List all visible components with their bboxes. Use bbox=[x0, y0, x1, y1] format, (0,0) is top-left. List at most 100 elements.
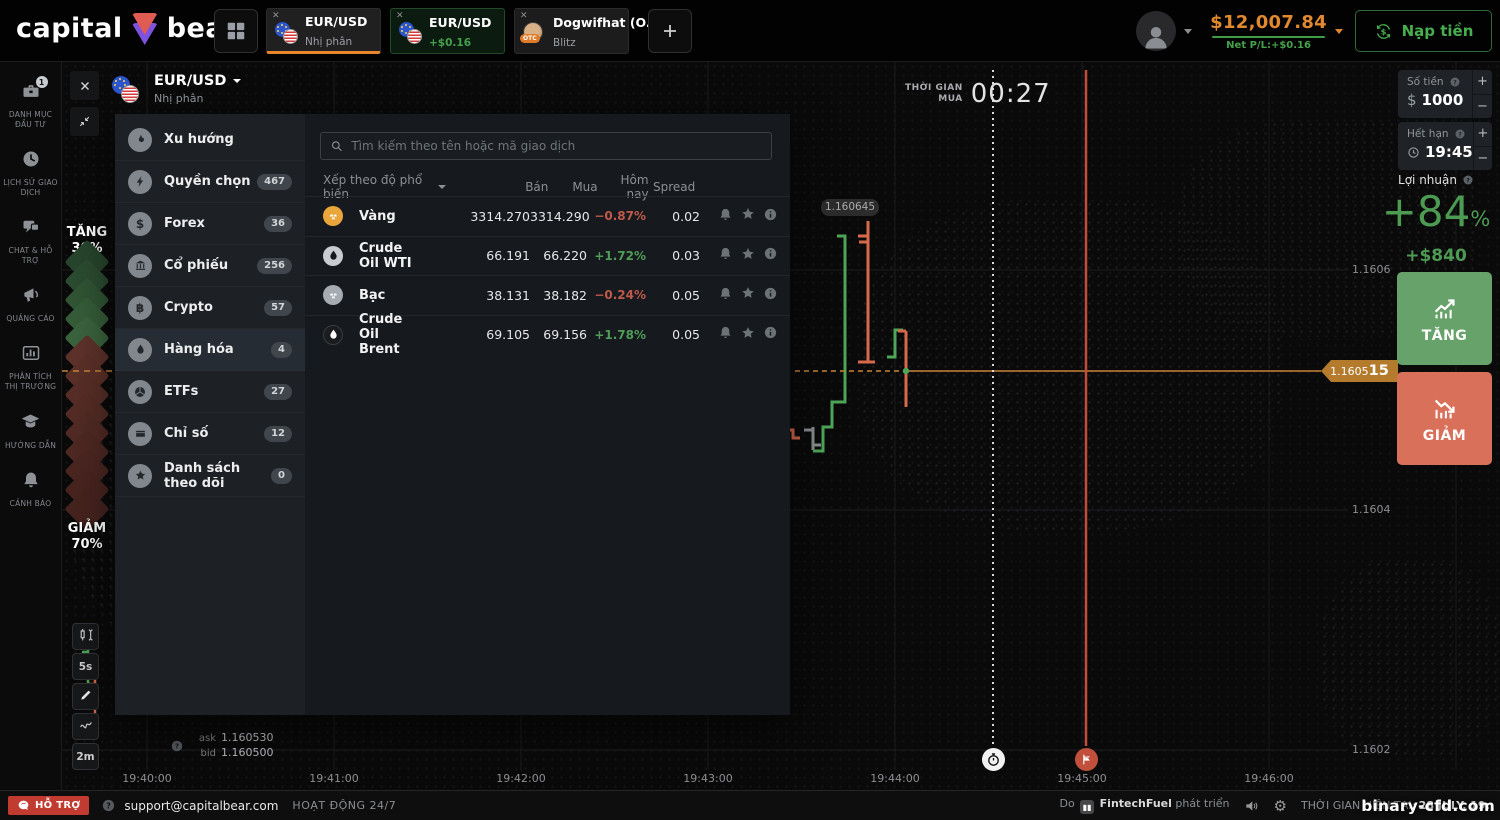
chevron-down-icon bbox=[233, 79, 241, 83]
sidebar-item-label: HƯỚNG DẪN bbox=[5, 441, 56, 451]
category-list: Xu hướng Quyền chọn 467$ Forex 36 Cổ phi… bbox=[115, 114, 305, 715]
asset-row-silver[interactable]: Bạc 38.131 38.182 −0.24% 0.05 bbox=[305, 275, 790, 314]
question-icon[interactable]: ? bbox=[170, 739, 184, 753]
help-icon[interactable]: ? bbox=[1462, 174, 1474, 186]
bolt-icon bbox=[128, 170, 152, 194]
timeframe-2m-button[interactable]: 2m bbox=[72, 743, 99, 770]
search-box[interactable] bbox=[320, 132, 772, 160]
left-sidebar: 1 DANH MỤC ĐẦU TƯ LỊCH SỬ GIAO DỊCH CHAT… bbox=[0, 62, 62, 790]
alert-bell-icon[interactable] bbox=[718, 325, 733, 344]
svg-text:?: ? bbox=[1466, 177, 1470, 184]
help-icon[interactable]: ? bbox=[1454, 128, 1466, 140]
avatar[interactable] bbox=[1136, 11, 1176, 51]
favorite-star-icon[interactable] bbox=[740, 246, 756, 266]
line-style-button[interactable] bbox=[72, 713, 99, 740]
svg-text:?: ? bbox=[107, 801, 111, 810]
sell-price: 3314.270 bbox=[412, 209, 530, 224]
category-dollar[interactable]: $ Forex 36 bbox=[115, 203, 305, 245]
eurusd-flags-icon bbox=[399, 22, 423, 44]
alert-bell-icon[interactable] bbox=[718, 246, 733, 265]
close-tab-icon[interactable]: ✕ bbox=[396, 12, 404, 21]
candle-type-button[interactable] bbox=[72, 623, 99, 650]
alert-bell-icon[interactable] bbox=[718, 207, 733, 226]
tab-eur-usd-1[interactable]: ✕ EUR/USD +$0.16 bbox=[390, 8, 505, 54]
draw-button[interactable] bbox=[72, 683, 99, 710]
asset-row-gold[interactable]: Vàng 3314.270 3314.290 −0.87% 0.02 bbox=[305, 196, 790, 235]
timeframe-5s-button[interactable]: 5s bbox=[72, 653, 99, 680]
spread-value: 0.05 bbox=[646, 288, 700, 303]
sidebar-item-chat[interactable]: CHAT & HỖ TRỢ bbox=[0, 208, 62, 276]
info-icon[interactable] bbox=[763, 246, 778, 265]
close-tab-icon[interactable]: ✕ bbox=[520, 12, 528, 21]
speaker-icon[interactable] bbox=[1244, 798, 1260, 814]
category-bitcoin[interactable]: ฿ Crypto 57 bbox=[115, 287, 305, 329]
favorite-star-icon[interactable] bbox=[740, 285, 756, 305]
expiry-value: 19:45 bbox=[1425, 143, 1473, 161]
category-flame[interactable]: Xu hướng bbox=[115, 119, 305, 161]
category-bolt[interactable]: Quyền chọn 467 bbox=[115, 161, 305, 203]
sell-price: 69.105 bbox=[412, 327, 530, 342]
support-email[interactable]: support@capitalbear.com bbox=[124, 799, 278, 813]
sidebar-item-briefcase[interactable]: 1 DANH MỤC ĐẦU TƯ bbox=[0, 72, 62, 140]
amount-input[interactable]: Số tiền ? $1000 + − bbox=[1398, 70, 1492, 118]
favorite-star-icon[interactable] bbox=[740, 206, 756, 226]
tab-dogwifhat-o--2[interactable]: ✕OTC Dogwifhat (O… Blitz bbox=[514, 8, 629, 54]
category-count-badge: 4 bbox=[271, 342, 292, 358]
net-pl: Net P/L:+$0.16 bbox=[1210, 40, 1327, 51]
buy-down-button[interactable]: GIẢM bbox=[1397, 372, 1492, 465]
category-count-badge: 12 bbox=[264, 426, 292, 442]
expiry-decrease-button[interactable]: − bbox=[1474, 147, 1492, 171]
sidebar-item-chart-bars[interactable]: PHÂN TÍCH THỊ TRƯỜNG bbox=[0, 334, 62, 402]
svg-text:?: ? bbox=[1458, 131, 1462, 138]
amount-decrease-button[interactable]: − bbox=[1473, 95, 1492, 119]
support-button[interactable]: HỖ TRỢ bbox=[8, 796, 89, 815]
favorite-star-icon[interactable] bbox=[740, 325, 756, 345]
time-tick: 19:41:00 bbox=[299, 772, 369, 785]
sidebar-item-megaphone[interactable]: QUẢNG CÁO bbox=[0, 276, 62, 334]
time-tick: 19:46:00 bbox=[1234, 772, 1304, 785]
deposit-button[interactable]: $ Nạp tiền bbox=[1355, 10, 1492, 52]
close-tab-icon[interactable]: ✕ bbox=[272, 12, 280, 21]
asset-selector[interactable]: EUR/USD Nhị phân bbox=[112, 73, 241, 106]
sidebar-item-label: PHÂN TÍCH THỊ TRƯỜNG bbox=[2, 372, 60, 392]
tab-grid-button[interactable] bbox=[214, 9, 258, 53]
help-icon[interactable]: ? bbox=[1449, 76, 1461, 88]
sidebar-item-grad-cap[interactable]: HƯỚNG DẪN bbox=[0, 402, 62, 461]
asset-row-oil-brent[interactable]: Crude Oil Brent 69.105 69.156 +1.78% 0.0… bbox=[305, 315, 790, 354]
map-dots-patch bbox=[1320, 560, 1500, 760]
asset-panel: Xu hướng Quyền chọn 467$ Forex 36 Cổ phi… bbox=[115, 114, 790, 715]
expiry-input[interactable]: Hết hạn ? 19:45 + − bbox=[1398, 122, 1492, 170]
sidebar-item-clock[interactable]: LỊCH SỬ GIAO DỊCH bbox=[0, 140, 62, 208]
asset-row-oil-wti[interactable]: Crude Oil WTI 66.191 66.220 +1.72% 0.03 bbox=[305, 236, 790, 275]
sidebar-item-bell[interactable]: CẢNH BÁO bbox=[0, 461, 62, 519]
footer-bar: HỖ TRỢ ? support@capitalbear.com HOẠT ĐỘ… bbox=[0, 790, 1500, 820]
alert-bell-icon[interactable] bbox=[718, 286, 733, 305]
star-icon bbox=[128, 464, 152, 488]
box-icon bbox=[128, 422, 152, 446]
info-icon[interactable] bbox=[763, 286, 778, 305]
category-droplet[interactable]: Hàng hóa 4 bbox=[115, 329, 305, 371]
category-pie[interactable]: ETFs 27 bbox=[115, 371, 305, 413]
category-bank[interactable]: Cổ phiếu 256 bbox=[115, 245, 305, 287]
info-icon[interactable] bbox=[763, 325, 778, 344]
profit-amount: +$840 bbox=[1380, 246, 1492, 266]
search-input[interactable] bbox=[351, 139, 762, 153]
sidebar-item-label: CHAT & HỖ TRỢ bbox=[2, 246, 60, 266]
tab-eur-usd-0[interactable]: ✕ EUR/USD Nhị phân bbox=[266, 8, 381, 54]
gear-icon[interactable]: ⚙ bbox=[1274, 797, 1287, 815]
expiry-increase-button[interactable]: + bbox=[1474, 122, 1492, 147]
close-panel-button[interactable] bbox=[70, 71, 99, 100]
account-caret-icon[interactable] bbox=[1184, 29, 1192, 34]
current-price-tag: 1.160515 bbox=[1321, 360, 1398, 382]
category-star[interactable]: Danh sách theo dõi 0 bbox=[115, 455, 305, 497]
balance-caret-icon[interactable] bbox=[1335, 29, 1343, 34]
collapse-panel-button[interactable] bbox=[70, 107, 99, 136]
info-icon[interactable] bbox=[763, 207, 778, 226]
chart-down-icon bbox=[1430, 393, 1460, 423]
stopwatch-marker-icon bbox=[982, 748, 1005, 771]
category-box[interactable]: Chỉ số 12 bbox=[115, 413, 305, 455]
balance-block[interactable]: $12,007.84 Net P/L:+$0.16 bbox=[1210, 12, 1327, 51]
buy-up-button[interactable]: TĂNG bbox=[1397, 272, 1492, 365]
amount-increase-button[interactable]: + bbox=[1473, 70, 1492, 95]
add-tab-button[interactable] bbox=[648, 9, 692, 53]
